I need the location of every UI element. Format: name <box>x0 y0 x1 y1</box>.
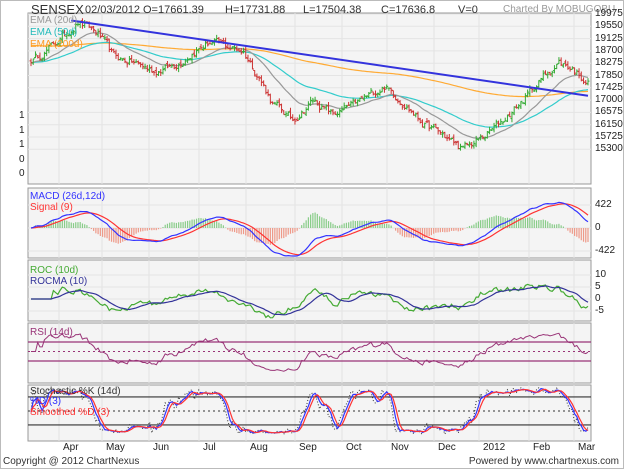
legend-roc: ROC (10d) <box>30 265 79 276</box>
powered-by-link[interactable]: Powered by www.chartnexus.com <box>469 456 619 467</box>
left-tick-label: 1 <box>19 124 25 136</box>
legend-ema20: EMA (20d) <box>30 15 78 26</box>
price-tick-label: 17850 <box>595 69 623 81</box>
price-tick-label: 17425 <box>595 81 623 93</box>
price-tick-label: 19550 <box>595 20 623 32</box>
chart-canvas <box>27 12 592 442</box>
header-high: H=17731.88 <box>225 4 286 16</box>
month-label: Jun <box>153 442 170 453</box>
month-label: Dec <box>438 442 456 453</box>
legend-macd: MACD (26d,12d) <box>30 191 106 202</box>
month-label: Aug <box>250 442 268 453</box>
price-tick-label: 17000 <box>595 94 623 106</box>
macd-tick-label: -422 <box>595 245 616 256</box>
header-open: O=17661.39 <box>143 4 204 16</box>
price-tick-label: 18275 <box>595 57 623 69</box>
month-label: Jul <box>203 442 216 453</box>
legend-stoch-d: %D (3) <box>30 396 62 407</box>
macd-tick-label: 422 <box>595 199 612 210</box>
legend-rsi: RSI (14d) <box>30 327 73 338</box>
month-label: Feb <box>533 442 551 453</box>
legend-signal: Signal (9) <box>30 202 73 213</box>
roc-tick-label: 10 <box>595 269 607 280</box>
copyright: Copyright @ 2012 ChartNexus <box>3 456 140 467</box>
roc-tick-label: 0 <box>595 293 601 304</box>
month-label: Oct <box>346 442 362 453</box>
month-label: Apr <box>63 442 79 453</box>
month-label: Nov <box>391 442 409 453</box>
month-label: Mar <box>578 442 596 453</box>
legend-ema200: EMA (200d) <box>30 39 83 50</box>
left-tick-label: 1 <box>19 110 25 121</box>
price-tick-label: 16150 <box>595 118 623 130</box>
left-tick-label: 0 <box>19 153 25 165</box>
price-tick-label: 16575 <box>595 106 623 118</box>
price-tick-label: 15725 <box>595 131 623 142</box>
header-close: C=17636.8 <box>381 4 436 16</box>
chart-window: SENSEX 02/03/2012 O=17661.39 H=17731.88 … <box>0 0 624 469</box>
month-label: 2012 <box>483 442 506 453</box>
roc-tick-label: -5 <box>595 305 604 316</box>
roc-tick-label: 5 <box>595 281 601 292</box>
header-low: L=17504.38 <box>303 4 362 16</box>
month-label: May <box>106 442 125 453</box>
legend-rocma: ROCMA (10) <box>30 276 88 287</box>
left-tick-label: 1 <box>19 139 25 150</box>
month-label: Sep <box>299 442 317 453</box>
header-date: 02/03/2012 <box>85 4 141 16</box>
legend-ema50: EMA (50d) <box>30 27 78 38</box>
price-tick-label: 18700 <box>595 44 623 56</box>
header-volume: V=0 <box>458 4 478 16</box>
price-tick-label: 19125 <box>595 32 623 44</box>
price-tick-label: 19975 <box>595 8 623 19</box>
left-tick-label: 0 <box>19 168 25 179</box>
legend-stoch-sd: Smoothed %D (3) <box>30 407 110 418</box>
price-tick-label: 15300 <box>595 143 623 155</box>
macd-tick-label: 0 <box>595 222 601 233</box>
